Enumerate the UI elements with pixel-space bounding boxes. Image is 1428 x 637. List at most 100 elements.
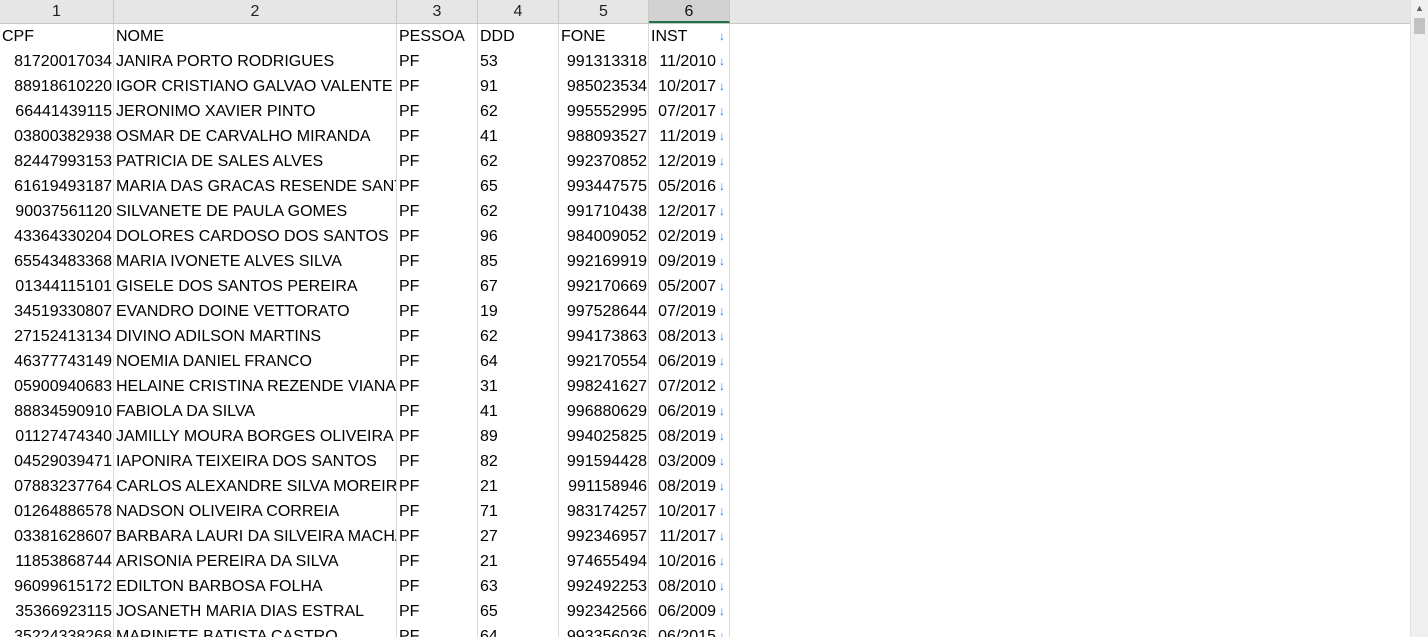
cell-cpf[interactable]: 96099615172 [0,574,114,599]
cell-ddd[interactable]: 96 [478,224,559,249]
cell-ddd[interactable]: 62 [478,199,559,224]
cell-inst[interactable]: 11/2017 [649,524,718,549]
cell-cpf[interactable]: 01344115101 [0,274,114,299]
cell-inst[interactable]: 08/2019 [649,474,718,499]
cell-ddd[interactable]: 89 [478,424,559,449]
cell-fone[interactable]: 983174257 [559,499,649,524]
cell-pessoa[interactable]: PF [397,499,478,524]
arrow-down-icon[interactable]: ↓ [717,449,727,474]
cell-inst[interactable]: 12/2019 [649,149,718,174]
cell-nome[interactable]: BARBARA LAURI DA SILVEIRA MACHADO [114,524,397,549]
cell-pessoa[interactable]: PF [397,249,478,274]
cell-nome[interactable]: HELAINE CRISTINA REZENDE VIANA [114,374,397,399]
cell-ddd[interactable]: 21 [478,549,559,574]
cell-ddd[interactable]: 65 [478,174,559,199]
cell-fone[interactable]: 998241627 [559,374,649,399]
cell-pessoa[interactable]: PF [397,124,478,149]
cell-cpf[interactable]: 04529039471 [0,449,114,474]
cell-cpf[interactable]: 88834590910 [0,399,114,424]
cell-cpf[interactable]: 03381628607 [0,524,114,549]
cell-nome[interactable]: MARIA IVONETE ALVES SILVA [114,249,397,274]
cell-ddd[interactable]: 64 [478,624,559,637]
cell-fone[interactable]: 992342566 [559,599,649,624]
cell-ddd[interactable]: 62 [478,99,559,124]
cell-inst[interactable]: 09/2019 [649,249,718,274]
cell-cpf[interactable]: 43364330204 [0,224,114,249]
cell-ddd[interactable]: 41 [478,399,559,424]
cell-cpf[interactable]: 35224338268 [0,624,114,637]
cell-pessoa[interactable]: PF [397,374,478,399]
cell-inst[interactable]: 06/2009 [649,599,718,624]
cell-fone[interactable]: 992370852 [559,149,649,174]
cell-inst[interactable]: 11/2019 [649,124,718,149]
cell-fone[interactable]: 997528644 [559,299,649,324]
cell-fone[interactable]: 991158946 [559,474,649,499]
cell-ddd[interactable]: 65 [478,599,559,624]
cell-inst[interactable]: 03/2009 [649,449,718,474]
cell-inst[interactable]: 05/2016 [649,174,718,199]
cell-inst[interactable]: 12/2017 [649,199,718,224]
arrow-down-icon[interactable]: ↓ [717,599,727,624]
cell-pessoa[interactable]: PF [397,199,478,224]
cell-pessoa[interactable]: PF [397,74,478,99]
cell-pessoa[interactable]: PF [397,399,478,424]
cell-fone[interactable]: 992170669 [559,274,649,299]
cell-pessoa[interactable]: PF [397,624,478,637]
cell-pessoa[interactable]: PF [397,174,478,199]
cell-cpf[interactable]: 66441439115 [0,99,114,124]
arrow-down-icon[interactable]: ↓ [717,49,727,74]
cell-pessoa[interactable]: PF [397,99,478,124]
cell-inst[interactable]: 06/2019 [649,399,718,424]
arrow-down-icon[interactable]: ↓ [717,274,727,299]
cell-fone[interactable]: 992346957 [559,524,649,549]
arrow-down-icon[interactable]: ↓ [717,99,727,124]
cell-inst[interactable]: 08/2019 [649,424,718,449]
cell-fone[interactable]: 984009052 [559,224,649,249]
cell-nome[interactable]: PATRICIA DE SALES ALVES [114,149,397,174]
arrow-down-icon[interactable]: ↓ [717,624,727,637]
cell-cpf[interactable]: 35366923115 [0,599,114,624]
cell-pessoa[interactable]: PF [397,574,478,599]
cell-fone[interactable]: 993447575 [559,174,649,199]
cell-cpf[interactable]: 61619493187 [0,174,114,199]
arrow-down-icon[interactable]: ↓ [717,149,727,174]
cell-cpf[interactable]: 27152413134 [0,324,114,349]
cell-inst[interactable]: 08/2010 [649,574,718,599]
cell-pessoa[interactable]: PF [397,599,478,624]
cell-cpf[interactable]: 34519330807 [0,299,114,324]
cell-inst[interactable]: 06/2015 [649,624,718,637]
cell-ddd[interactable]: 63 [478,574,559,599]
cell-pessoa[interactable]: PF [397,474,478,499]
cell-inst[interactable]: 05/2007 [649,274,718,299]
cell-cpf[interactable]: 01264886578 [0,499,114,524]
cell-pessoa[interactable]: PF [397,349,478,374]
arrow-down-icon[interactable]: ↓ [717,199,727,224]
arrow-down-icon[interactable]: ↓ [717,249,727,274]
cell-cpf[interactable]: 88918610220 [0,74,114,99]
header-cell-cpf[interactable]: CPF [0,24,114,49]
cell-ddd[interactable]: 19 [478,299,559,324]
cell-ddd[interactable]: 31 [478,374,559,399]
spreadsheet-grid[interactable]: 123456 CPF NOME PESSOA DDD FONE INST ↓ 81720017… [0,0,1410,637]
cell-ddd[interactable]: 64 [478,349,559,374]
cell-nome[interactable]: OSMAR DE CARVALHO MIRANDA [114,124,397,149]
cell-fone[interactable]: 993356036 [559,624,649,637]
cell-ddd[interactable]: 82 [478,449,559,474]
cell-nome[interactable]: DOLORES CARDOSO DOS SANTOS [114,224,397,249]
arrow-down-icon[interactable]: ↓ [717,574,727,599]
cell-inst[interactable]: 06/2019 [649,349,718,374]
cell-ddd[interactable]: 21 [478,474,559,499]
cell-ddd[interactable]: 91 [478,74,559,99]
arrow-down-icon[interactable]: ↓ [717,549,727,574]
cell-ddd[interactable]: 53 [478,49,559,74]
cell-cpf[interactable]: 82447993153 [0,149,114,174]
header-cell-inst[interactable]: INST [649,24,718,49]
cell-nome[interactable]: IAPONIRA TEIXEIRA DOS SANTOS [114,449,397,474]
cell-fone[interactable]: 991710438 [559,199,649,224]
cell-fone[interactable]: 974655494 [559,549,649,574]
cell-nome[interactable]: CARLOS ALEXANDRE SILVA MOREIRA [114,474,397,499]
cell-nome[interactable]: MARIA DAS GRACAS RESENDE SANT [114,174,397,199]
cell-pessoa[interactable]: PF [397,224,478,249]
cell-fone[interactable]: 995552995 [559,99,649,124]
arrow-down-icon[interactable]: ↓ [717,299,727,324]
